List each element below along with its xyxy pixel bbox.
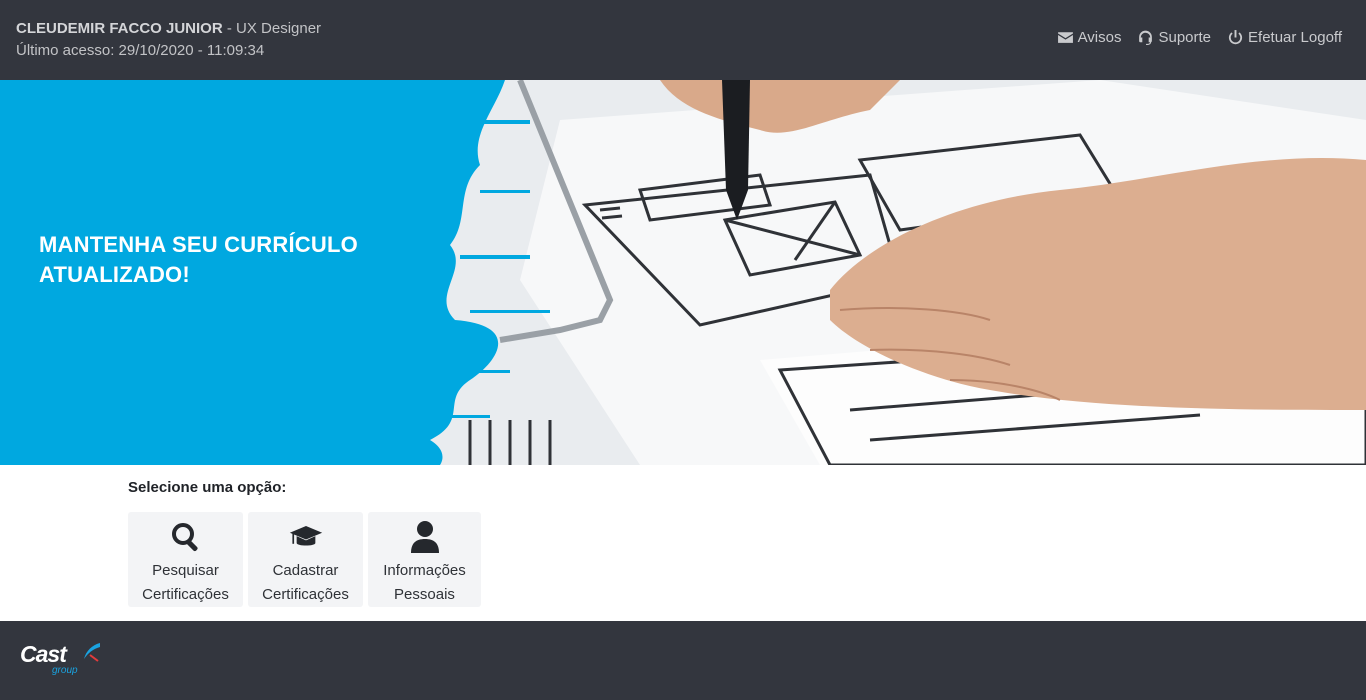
- hero-title: MANTENHA SEU CURRÍCULO ATUALIZADO!: [39, 232, 358, 287]
- search-certifications-tile[interactable]: Pesquisar Certificações: [128, 512, 243, 607]
- tile-label-line2: Pessoais: [394, 586, 455, 603]
- option-tiles: Pesquisar Certificações Cadastrar Certif…: [128, 512, 481, 607]
- logo-sub-text: group: [52, 665, 78, 676]
- register-certifications-tile[interactable]: Cadastrar Certificações: [248, 512, 363, 607]
- graduation-cap-icon: [289, 525, 322, 545]
- footer: Cast group: [0, 621, 1366, 700]
- support-link[interactable]: Suporte: [1137, 29, 1211, 46]
- support-label: Suporte: [1158, 29, 1212, 46]
- search-icon: [171, 522, 198, 551]
- logo-swoosh-icon: [84, 643, 100, 662]
- logoff-label: Efetuar Logoff: [1248, 29, 1342, 46]
- tile-label-line2: Certificações: [262, 586, 349, 603]
- tile-label-line1: Pesquisar: [152, 562, 219, 579]
- last-access: Último acesso: 29/10/2020 - 11:09:34: [16, 42, 265, 59]
- envelope-icon: [1057, 32, 1073, 43]
- hero-banner: MANTENHA SEU CURRÍCULO ATUALIZADO!: [0, 80, 1366, 465]
- top-bar: CLEUDEMIR FACCO JUNIOR - UX Designer Últ…: [0, 0, 1366, 80]
- power-icon: [1228, 30, 1243, 45]
- options-heading: Selecione uma opção:: [128, 479, 287, 496]
- user-icon: [410, 520, 439, 553]
- user-role: - UX Designer: [222, 20, 322, 37]
- tile-label-line2: Certificações: [142, 586, 229, 603]
- logo-main-text: Cast: [20, 641, 67, 667]
- user-info: CLEUDEMIR FACCO JUNIOR - UX Designer Últ…: [16, 18, 321, 62]
- personal-info-tile[interactable]: Informações Pessoais: [368, 512, 481, 607]
- logoff-link[interactable]: Efetuar Logoff: [1227, 29, 1342, 46]
- notices-label: Avisos: [1077, 29, 1122, 46]
- headset-icon: [1139, 30, 1153, 45]
- user-name: CLEUDEMIR FACCO JUNIOR: [16, 20, 223, 37]
- tile-label-line1: Cadastrar: [272, 562, 339, 579]
- tile-label-line1: Informações: [383, 562, 466, 579]
- cast-group-logo: Cast group: [20, 641, 110, 681]
- options-section: Selecione uma opção: Pesquisar Certifica…: [128, 479, 481, 607]
- top-nav: Avisos Suporte Efetuar Logoff: [1057, 29, 1342, 46]
- notices-link[interactable]: Avisos: [1057, 29, 1122, 46]
